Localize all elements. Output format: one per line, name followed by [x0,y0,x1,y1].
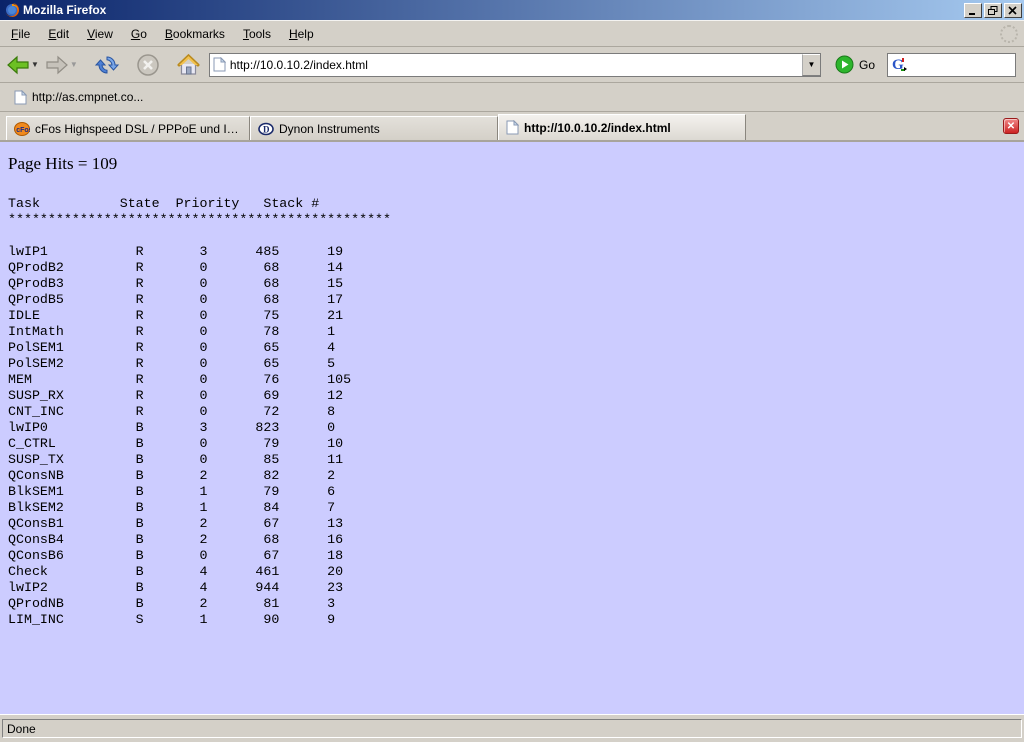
address-input[interactable] [226,58,802,72]
reload-button[interactable] [92,51,122,79]
page-content: Page Hits = 109 Task State Priority Stac… [0,142,1024,714]
tab-label: http://10.0.10.2/index.html [524,121,671,135]
search-box[interactable]: G [887,53,1016,77]
minimize-button[interactable] [964,3,982,18]
page-icon [213,57,226,72]
forward-dropdown-icon: ▼ [70,60,78,69]
bookmark-label: http://as.cmpnet.co... [32,90,143,104]
tab-1[interactable]: cFos cFos Highspeed DSL / PPPoE und ISDN … [6,116,250,140]
browser-window: Mozilla Firefox FileEditViewGoBookmarksT… [0,0,1024,742]
navigation-toolbar: ▼ ▼ [0,47,1024,83]
menu-item-go[interactable]: Go [122,24,156,44]
search-input[interactable] [908,57,1015,73]
menu-item-bookmarks[interactable]: Bookmarks [156,24,234,44]
menu-item-tools[interactable]: Tools [234,24,280,44]
tab-label: cFos Highspeed DSL / PPPoE und ISDN CAP.… [35,122,242,136]
menu-bar: FileEditViewGoBookmarksToolsHelp [0,20,1024,47]
bookmark-page-icon [14,90,27,105]
address-dropdown-icon[interactable]: ▼ [802,54,820,76]
throbber-icon [1000,25,1018,43]
tab-bar: cFos cFos Highspeed DSL / PPPoE und ISDN … [0,112,1024,142]
stop-icon [136,53,160,77]
back-dropdown-icon: ▼ [31,60,39,69]
home-icon [176,53,201,77]
title-bar: Mozilla Firefox [0,0,1024,20]
task-table: Task State Priority Stack # ************… [8,196,1024,628]
bookmark-item[interactable]: http://as.cmpnet.co... [8,88,149,107]
cfos-icon: cFos [14,122,30,136]
back-button[interactable]: ▼ [4,51,41,79]
stop-button[interactable] [134,51,162,79]
forward-arrow-icon [45,53,69,77]
back-arrow-icon [6,53,30,77]
firefox-icon [4,2,20,18]
tab-3[interactable]: http://10.0.10.2/index.html [498,114,746,140]
forward-button[interactable]: ▼ [43,51,80,79]
dynon-icon: D [258,122,274,136]
svg-text:cFos: cFos [16,127,30,134]
tab-2[interactable]: D Dynon Instruments [250,116,498,140]
menu-item-edit[interactable]: Edit [39,24,78,44]
menu-item-view[interactable]: View [78,24,122,44]
home-button[interactable] [174,51,203,79]
page-hits-text: Page Hits = 109 [8,154,1024,174]
close-tab-button[interactable]: ✕ [1003,118,1019,134]
menu-item-help[interactable]: Help [280,24,323,44]
close-button[interactable] [1004,3,1022,18]
address-bar[interactable]: ▼ [209,53,821,77]
status-bar: Done [0,714,1024,742]
bookmarks-toolbar: http://as.cmpnet.co... [0,83,1024,112]
google-icon[interactable]: G [891,56,908,73]
tab-label: Dynon Instruments [279,122,380,136]
restore-button[interactable] [984,3,1002,18]
go-button-label: Go [859,58,875,72]
window-title: Mozilla Firefox [23,3,962,17]
status-text: Done [2,719,1022,738]
svg-text:D: D [263,124,270,134]
reload-icon [94,53,120,77]
go-button[interactable]: Go [829,54,881,75]
menu-item-file[interactable]: File [2,24,39,44]
page-icon [506,120,519,135]
go-icon [835,55,854,74]
